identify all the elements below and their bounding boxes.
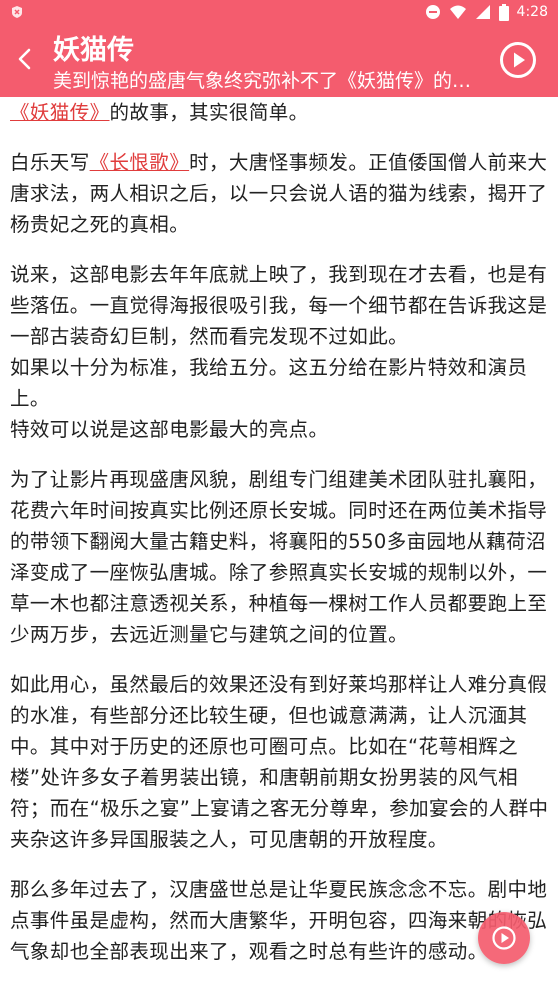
paragraph: 如此用心，虽然最后的效果还没有到好莱坞那样让人难分真假的水准，有些部分还比较生硬… — [10, 673, 549, 851]
paragraph: 白乐天写《长恨歌》时，大唐怪事频发。正值倭国僧人前来大唐求法，两人相识之后，以一… — [10, 151, 548, 236]
paragraph: 《妖猫传》的故事，其实很简单。 — [10, 101, 309, 124]
paragraph: 为了让影片再现盛唐风貌，剧组专门组建美术团队驻扎襄阳，花费六年时间按真实比例还原… — [10, 468, 548, 646]
app-notification-icon — [10, 4, 24, 18]
status-icons: 4:28 — [425, 3, 548, 21]
poem-link[interactable]: 《长恨歌》 — [90, 151, 190, 174]
movie-link[interactable]: 《妖猫传》 — [10, 101, 110, 124]
battery-icon — [498, 3, 509, 21]
play-button[interactable] — [498, 40, 538, 80]
status-time: 4:28 — [516, 4, 548, 20]
floating-play-button[interactable] — [478, 912, 530, 964]
do-not-disturb-icon — [425, 4, 441, 20]
status-bar: 4:28 — [0, 0, 558, 24]
play-circle-icon — [492, 926, 516, 950]
app-header: 4:28 妖猫传 美到惊艳的盛唐气象终究弥补不了《妖猫传》的遗憾 — [0, 0, 558, 97]
play-circle-icon — [500, 42, 536, 78]
chevron-left-icon — [18, 48, 31, 70]
paragraph: 说来，这部电影去年年底就上映了，我到现在才去看，也是有些落伍。一直觉得海报很吸引… — [10, 263, 548, 441]
wifi-icon — [449, 4, 467, 20]
paragraph: 那么多年过去了，汉唐盛世总是让华夏民族念念不忘。剧中地点事件虽是虚构，然而大唐繁… — [10, 878, 548, 963]
article-body: 《妖猫传》的故事，其实很简单。 白乐天写《长恨歌》时，大唐怪事频发。正值倭国僧人… — [10, 97, 550, 992]
page-subtitle: 美到惊艳的盛唐气象终究弥补不了《妖猫传》的遗憾 — [53, 70, 478, 92]
page-title: 妖猫传 — [53, 35, 134, 66]
back-button[interactable] — [10, 44, 40, 74]
signal-icon — [475, 4, 491, 20]
